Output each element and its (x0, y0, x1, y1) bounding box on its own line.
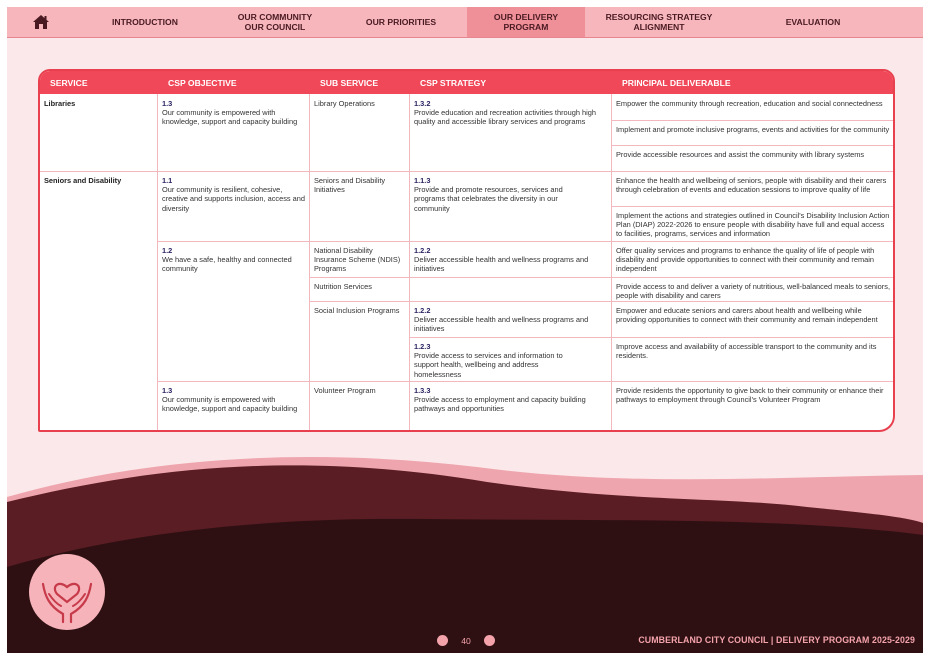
strategy-cell: 1.3.2 Provide education and recreation a… (410, 96, 610, 130)
objective-text: Our community is resilient, cohesive, cr… (162, 185, 305, 213)
deliverable-cell: Enhance the health and wellbeing of seni… (616, 176, 887, 195)
nav-divider (7, 37, 923, 38)
service-libraries: Libraries (44, 99, 76, 108)
care-logo (29, 554, 105, 630)
sub-service-cell: Volunteer Program (314, 386, 376, 395)
row-divider (611, 206, 893, 207)
home-button[interactable] (7, 7, 75, 37)
nav-introduction[interactable]: INTRODUCTION (75, 7, 215, 37)
header-principal-deliverable: PRINCIPAL DELIVERABLE (622, 77, 731, 88)
strategy-text: Deliver accessible health and wellness p… (414, 255, 589, 274)
footer-title: CUMBERLAND CITY COUNCIL | DELIVERY PROGR… (638, 635, 915, 645)
sub-service-cell: Nutrition Services (314, 282, 372, 291)
header-csp-strategy: CSP STRATEGY (420, 77, 487, 88)
next-page-button[interactable] (484, 635, 495, 646)
objective-text: Our community is empowered with knowledg… (162, 395, 298, 414)
sub-service-cell: Library Operations (314, 99, 375, 108)
deliverable-cell: Implement the actions and strategies out… (616, 211, 890, 239)
nav-delivery-program[interactable]: OUR DELIVERY PROGRAM (467, 7, 585, 37)
objective-number: 1.3 (162, 386, 173, 395)
objective-cell: 1.2 We have a safe, healthy and connecte… (158, 243, 309, 277)
objective-cell: 1.3 Our community is empowered with know… (158, 96, 309, 130)
deliverable-cell: Provide accessible resources and assist … (616, 150, 865, 159)
header-sub-service: SUB SERVICE (320, 77, 379, 88)
deliverable-cell: Improve access and availability of acces… (616, 342, 877, 361)
strategy-cell: 1.2.2 Deliver accessible health and well… (410, 243, 610, 277)
previous-page-button[interactable] (437, 635, 448, 646)
deliverable-cell: Empower and educate seniors and carers a… (616, 306, 878, 325)
row-divider (611, 120, 893, 121)
sub-service-cell: Seniors and Disability Initiatives (314, 176, 386, 195)
header-csp-objective: CSP OBJECTIVE (168, 77, 237, 88)
delivery-table: SERVICE CSP OBJECTIVE SUB SERVICE CSP ST… (38, 69, 895, 432)
strategy-cell: 1.2.3 Provide access to services and inf… (410, 339, 590, 382)
objective-number: 1.3 (162, 99, 173, 108)
objective-text: We have a safe, healthy and connected co… (162, 255, 292, 274)
row-divider (309, 277, 611, 278)
top-nav: INTRODUCTION OUR COMMUNITY OUR COUNCIL O… (7, 7, 923, 38)
objective-text: Our community is empowered with knowledg… (162, 108, 298, 127)
deliverable-cell: Provide residents the opportunity to giv… (616, 386, 884, 405)
deliverable-cell: Empower the community through recreation… (616, 99, 883, 108)
strategy-text: Provide education and recreation activit… (414, 108, 597, 127)
strategy-text: Deliver accessible health and wellness p… (414, 315, 589, 334)
nav-our-community[interactable]: OUR COMMUNITY OUR COUNCIL (215, 7, 335, 37)
objective-number: 1.1 (162, 176, 173, 185)
strategy-number: 1.2.3 (414, 342, 431, 351)
strategy-number: 1.3.2 (414, 99, 431, 108)
nav-evaluation[interactable]: EVALUATION (733, 7, 893, 37)
strategy-number: 1.2.2 (414, 246, 431, 255)
objective-cell: 1.1 Our community is resilient, cohesive… (158, 173, 309, 216)
strategy-text: Provide access to services and informati… (414, 351, 563, 379)
deliverable-cell: Provide access to and deliver a variety … (616, 282, 890, 301)
objective-cell: 1.3 Our community is empowered with know… (158, 383, 309, 417)
objective-number: 1.2 (162, 246, 173, 255)
service-seniors-disability: Seniors and Disability (44, 176, 122, 185)
nav-our-priorities[interactable]: OUR PRIORITIES (335, 7, 467, 37)
page: INTRODUCTION OUR COMMUNITY OUR COUNCIL O… (7, 7, 923, 653)
strategy-number: 1.2.2 (414, 306, 431, 315)
strategy-cell: 1.2.2 Deliver accessible health and well… (410, 303, 610, 337)
home-icon (33, 15, 49, 29)
page-number: 40 (461, 635, 471, 646)
strategy-number: 1.3.3 (414, 386, 431, 395)
strategy-cell: 1.3.3 Provide access to employment and c… (410, 383, 590, 417)
decorative-waves (7, 457, 923, 653)
strategy-text: Provide access to employment and capacit… (414, 395, 586, 414)
deliverable-cell: Implement and promote inclusive programs… (616, 125, 890, 134)
table-header: SERVICE CSP OBJECTIVE SUB SERVICE CSP ST… (40, 71, 893, 94)
row-divider (611, 277, 893, 278)
nav-resourcing-strategy[interactable]: RESOURCING STRATEGY ALIGNMENT (585, 7, 733, 37)
hands-heart-icon (41, 582, 93, 624)
sub-service-cell: Social Inclusion Programs (314, 306, 400, 315)
sub-service-cell: National Disability Insurance Scheme (ND… (314, 246, 401, 274)
row-divider (409, 337, 893, 338)
row-divider (611, 145, 893, 146)
row-divider (40, 171, 893, 172)
strategy-number: 1.1.3 (414, 176, 431, 185)
strategy-text: Provide and promote resources, services … (414, 185, 563, 213)
page-navigation: 40 (437, 635, 495, 646)
strategy-cell: 1.1.3 Provide and promote resources, ser… (410, 173, 590, 216)
deliverable-cell: Offer quality services and programs to e… (616, 246, 875, 274)
header-service: SERVICE (50, 77, 88, 88)
